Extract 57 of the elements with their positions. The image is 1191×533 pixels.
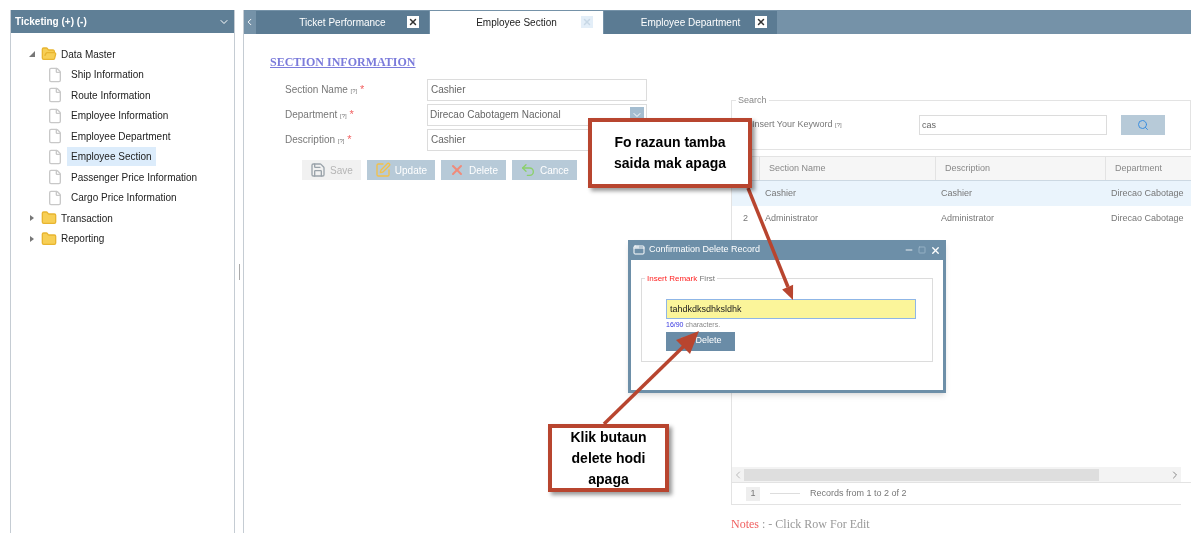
- column-header[interactable]: Section Name: [759, 157, 935, 180]
- tree-item[interactable]: Cargo Price Information: [67, 188, 181, 208]
- page-number[interactable]: 1: [746, 486, 760, 501]
- page-icon: [47, 189, 63, 206]
- tab[interactable]: Employee Section: [430, 11, 603, 34]
- callout-tooltip: Fo razaun tamba saida mak apaga: [588, 118, 752, 188]
- tree-item[interactable]: Passenger Price Information: [67, 167, 202, 187]
- close-icon[interactable]: [755, 16, 767, 28]
- folder-icon: [41, 210, 57, 227]
- table-cell-text: Administrator: [765, 211, 818, 225]
- search-button[interactable]: [1121, 115, 1165, 135]
- search-icon: [1137, 119, 1149, 131]
- search-field[interactable]: cas: [919, 115, 1107, 135]
- page-icon: [47, 87, 63, 104]
- tree-item[interactable]: Route Information: [67, 85, 155, 105]
- tree-folder[interactable]: Data Master: [61, 46, 116, 62]
- tree-folder[interactable]: Transaction: [61, 210, 113, 226]
- column-header[interactable]: Department: [1105, 157, 1191, 180]
- save-icon: [310, 162, 326, 178]
- tree-item[interactable]: Employee Department: [67, 126, 175, 146]
- folder-icon: [41, 46, 57, 63]
- remark-field[interactable]: tahdkdksdhksldhk: [666, 299, 916, 319]
- row-number: 2: [743, 211, 748, 225]
- notes-label: Notes: [731, 516, 759, 533]
- table-cell-text: Administrator: [941, 211, 994, 225]
- dialog-title: Confirmation Delete Record: [649, 243, 762, 257]
- tab[interactable]: Employee Department: [604, 11, 777, 34]
- tab[interactable]: Ticket Performance: [256, 11, 429, 34]
- column-header[interactable]: Description: [935, 157, 1105, 180]
- page-icon: [47, 128, 63, 145]
- horizontal-scrollbar[interactable]: [732, 467, 1181, 482]
- page-icon: [47, 169, 63, 186]
- window-icon: [633, 244, 645, 256]
- maximize-icon[interactable]: [918, 246, 926, 254]
- edit-icon: [374, 162, 391, 178]
- notes-text: : - Click Row For Edit: [762, 516, 870, 533]
- callout-tooltip: Klik butaun delete hodi apaga: [548, 424, 669, 492]
- close-icon[interactable]: [407, 16, 419, 28]
- table-cell-text: Cashier: [765, 186, 796, 200]
- tree-item[interactable]: Employee Section: [67, 147, 156, 167]
- section-heading: SECTION INFORMATION: [270, 54, 417, 71]
- expanded-arrow-icon[interactable]: [29, 51, 37, 58]
- folder-icon: [41, 230, 57, 247]
- tree-folder[interactable]: Reporting: [61, 231, 105, 247]
- tree-item[interactable]: Ship Information: [67, 65, 148, 85]
- table-cell-text: Direcao Cabotage: [1111, 186, 1184, 200]
- page-icon: [47, 107, 63, 124]
- table-row[interactable]: Cashier Cashier Direcao Cabotage: [732, 181, 1191, 206]
- table-cell-text: Direcao Cabotage: [1111, 211, 1184, 225]
- records-info: Records from 1 to 2 of 2: [810, 486, 907, 500]
- tree-item[interactable]: Employee Information: [67, 106, 173, 126]
- undo-icon: [519, 162, 536, 178]
- sidebar-title: Ticketing (+) (-): [15, 15, 87, 29]
- table-cell-text: Cashier: [941, 186, 972, 200]
- page-icon: [47, 66, 63, 83]
- page-icon: [47, 148, 63, 165]
- text-field[interactable]: Cashier: [427, 78, 647, 101]
